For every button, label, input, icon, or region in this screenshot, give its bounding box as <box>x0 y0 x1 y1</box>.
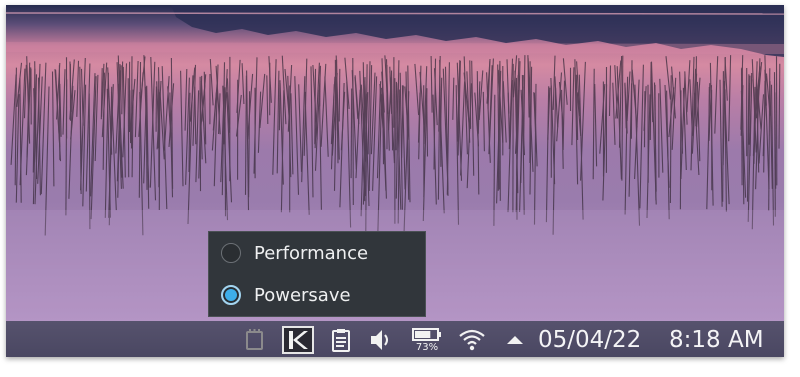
wifi-icon[interactable] <box>458 327 485 353</box>
powersave-radio[interactable] <box>221 285 241 305</box>
volume-icon[interactable] <box>368 327 394 353</box>
battery-icon[interactable]: 73% <box>411 326 443 356</box>
time-label[interactable]: 8:18 AM <box>669 326 764 354</box>
clipboard-icon[interactable] <box>328 327 354 353</box>
cpu-governor-popup: Performance Powersave <box>208 231 426 317</box>
performance-radio[interactable] <box>221 243 241 263</box>
powersave-label: Powersave <box>254 285 351 306</box>
powersave-option[interactable]: Powersave <box>209 276 425 316</box>
expand-tray-arrow-icon[interactable] <box>502 327 528 353</box>
performance-option[interactable]: Performance <box>209 234 425 274</box>
memory-chip-icon[interactable] <box>242 327 268 353</box>
date-label[interactable]: 05/04/22 <box>538 326 641 354</box>
kde-connect-icon[interactable] <box>282 326 314 354</box>
battery-percent-label: 73% <box>415 342 439 353</box>
system-panel: 73% 05/04/22 8:18 AM <box>6 321 784 357</box>
desktop: Performance Powersave 73% 05/04/22 8:18 … <box>6 5 784 357</box>
performance-label: Performance <box>254 243 369 264</box>
battery-level-fill <box>415 331 431 338</box>
